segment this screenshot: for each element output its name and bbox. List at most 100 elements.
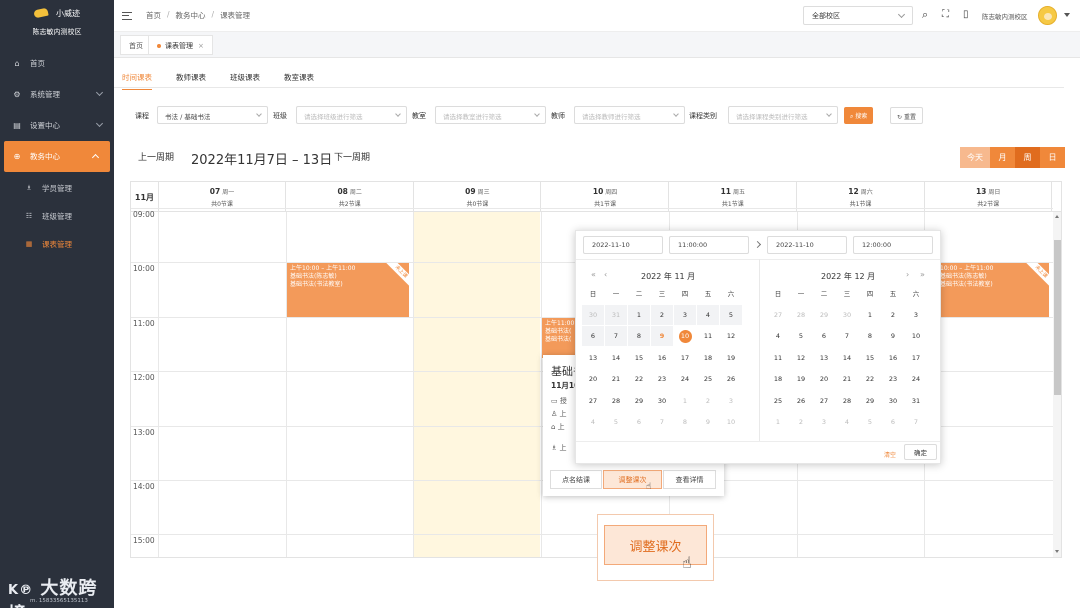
calendar-day-cell[interactable]: 6	[813, 326, 835, 346]
prev-year-icon[interactable]: «	[591, 270, 596, 279]
calendar-day-cell[interactable]: 7	[905, 412, 927, 432]
calendar-day-cell[interactable]: 26	[720, 369, 742, 389]
hour-row[interactable]: 15:00	[131, 534, 1053, 557]
search-icon[interactable]: ⌕	[922, 9, 928, 21]
calendar-day-cell[interactable]: 13	[582, 348, 604, 368]
calendar-day-cell[interactable]: 2	[790, 412, 812, 432]
day-button[interactable]: 日	[1040, 147, 1065, 168]
calendar-day-cell[interactable]: 17	[905, 348, 927, 368]
calendar-day-cell[interactable]: 3	[905, 305, 927, 325]
calendar-day-cell[interactable]: 1	[674, 391, 696, 411]
calendar-day-cell[interactable]: 30	[582, 305, 604, 325]
start-date-input[interactable]: 2022-11-10	[583, 236, 663, 254]
sidebar-item-system[interactable]: ⚙ 系统管理	[0, 79, 114, 110]
calendar-day-cell[interactable]: 16	[882, 348, 904, 368]
breadcrumb-academic[interactable]: 教务中心	[176, 10, 206, 21]
calendar-day-cell[interactable]: 29	[859, 391, 881, 411]
teacher-select[interactable]: 请选择教师进行筛选	[574, 106, 685, 124]
calendar-day-cell[interactable]: 4	[697, 305, 719, 325]
calendar-day-cell[interactable]: 18	[767, 369, 789, 389]
scrollbar-thumb[interactable]	[1054, 240, 1061, 395]
calendar-day-cell[interactable]: 28	[836, 391, 858, 411]
tab-time-schedule[interactable]: 时间课表	[122, 72, 152, 90]
calendar-day-cell[interactable]: 1	[767, 412, 789, 432]
calendar-day-cell[interactable]: 23	[882, 369, 904, 389]
calendar-day-cell[interactable]: 21	[836, 369, 858, 389]
calendar-day-cell[interactable]: 9	[697, 412, 719, 432]
calendar-day-cell[interactable]: 5	[720, 305, 742, 325]
calendar-day-cell[interactable]: 5	[790, 326, 812, 346]
calendar-day-cell[interactable]: 8	[674, 412, 696, 432]
calendar-day-cell[interactable]: 30	[882, 391, 904, 411]
calendar-day-cell[interactable]: 31	[605, 305, 627, 325]
menu-toggle-icon[interactable]	[122, 11, 132, 20]
calendar-day-cell[interactable]: 18	[697, 348, 719, 368]
sidebar-item-settings[interactable]: ▤ 设置中心	[0, 110, 114, 141]
calendar-day-cell[interactable]: 28	[790, 305, 812, 325]
event-card[interactable]: 上午10:00 – 上午11:00 基础书法(陈志敏) 基础书法(书法教室) 未…	[287, 263, 409, 317]
calendar-day-cell[interactable]: 25	[767, 391, 789, 411]
class-select[interactable]: 请选择班级进行筛选	[296, 106, 407, 124]
calendar-day-cell[interactable]: 1	[859, 305, 881, 325]
sidebar-item-home[interactable]: ⌂ 首页	[0, 48, 114, 79]
calendar-day-cell[interactable]: 3	[813, 412, 835, 432]
week-button[interactable]: 周	[1015, 147, 1040, 168]
confirm-button[interactable]: 确定	[904, 444, 937, 460]
sidebar-item-academic[interactable]: ⊕ 教务中心	[4, 141, 110, 172]
calendar-day-cell[interactable]: 27	[767, 305, 789, 325]
calendar-day-cell[interactable]: 4	[836, 412, 858, 432]
calendar-day-cell[interactable]: 13	[813, 348, 835, 368]
calendar-day-cell[interactable]: 14	[605, 348, 627, 368]
prev-month-icon[interactable]: ‹	[604, 270, 607, 279]
fullscreen-icon[interactable]: ⛶	[942, 9, 949, 21]
calendar-day-cell[interactable]: 3	[720, 391, 742, 411]
calendar-day-cell[interactable]: 7	[651, 412, 673, 432]
calendar-day-cell[interactable]: 10	[905, 326, 927, 346]
calendar-day-cell[interactable]: 5	[859, 412, 881, 432]
month-button[interactable]: 月	[990, 147, 1015, 168]
calendar-day-cell[interactable]: 4	[767, 326, 789, 346]
calendar-day-cell[interactable]: 14	[836, 348, 858, 368]
roll-call-button[interactable]: 点名结课	[550, 470, 602, 489]
calendar-day-cell[interactable]: 2	[697, 391, 719, 411]
calendar-day-cell[interactable]: 6	[628, 412, 650, 432]
calendar-day-cell[interactable]: 4	[582, 412, 604, 432]
calendar-day-cell[interactable]: 15	[628, 348, 650, 368]
event-card[interactable]: 10:00 – 上午11:00 基础书法(陈志敏) 基础书法(书法教室) 未上课	[937, 263, 1049, 317]
campus-select[interactable]: 全部校区	[803, 6, 913, 25]
next-month-icon[interactable]: ›	[906, 270, 909, 279]
scroll-down-icon[interactable]	[1055, 550, 1059, 553]
document-icon[interactable]: ▯	[963, 9, 969, 21]
calendar-day-cell[interactable]: 21	[605, 369, 627, 389]
calendar-day-cell[interactable]: 29	[813, 305, 835, 325]
calendar-day-cell[interactable]: 28	[605, 391, 627, 411]
sidebar-sub-schedule[interactable]: ▦ 课表管理	[0, 230, 114, 258]
today-button[interactable]: 今天	[960, 147, 990, 168]
calendar-day-cell[interactable]: 5	[605, 412, 627, 432]
start-time-input[interactable]: 11:00:00	[669, 236, 749, 254]
calendar-day-cell[interactable]: 20	[813, 369, 835, 389]
view-details-button[interactable]: 查看详情	[663, 470, 716, 489]
calendar-day-cell[interactable]: 12	[790, 348, 812, 368]
calendar-day-cell[interactable]: 26	[790, 391, 812, 411]
calendar-day-cell[interactable]: 27	[582, 391, 604, 411]
prev-period-button[interactable]: 上一周期	[138, 150, 174, 163]
clear-button[interactable]: 清空	[884, 450, 896, 459]
course-select[interactable]: 书法 / 基础书法	[157, 106, 268, 124]
calendar-day-cell[interactable]: 1	[628, 305, 650, 325]
calendar-day-cell[interactable]: 7	[605, 326, 627, 347]
calendar-day-cell[interactable]: 29	[628, 391, 650, 411]
end-date-input[interactable]: 2022-11-10	[767, 236, 847, 254]
calendar-day-cell[interactable]: 6	[582, 326, 604, 347]
calendar-day-cell[interactable]: 12	[720, 326, 742, 346]
page-tab-schedule[interactable]: 课表管理 ×	[148, 35, 213, 55]
calendar-day-cell[interactable]: 8	[859, 326, 881, 346]
calendar-day-cell[interactable]: 30	[651, 391, 673, 411]
calendar-day-cell[interactable]: 8	[628, 326, 650, 347]
calendar-day-cell[interactable]: 19	[720, 348, 742, 368]
calendar-day-cell[interactable]: 11	[697, 326, 719, 346]
calendar-day-cell[interactable]: 31	[905, 391, 927, 411]
sidebar-sub-students[interactable]: ♗ 学员管理	[0, 174, 114, 202]
close-icon[interactable]: ×	[198, 42, 204, 50]
avatar[interactable]	[1038, 6, 1057, 25]
